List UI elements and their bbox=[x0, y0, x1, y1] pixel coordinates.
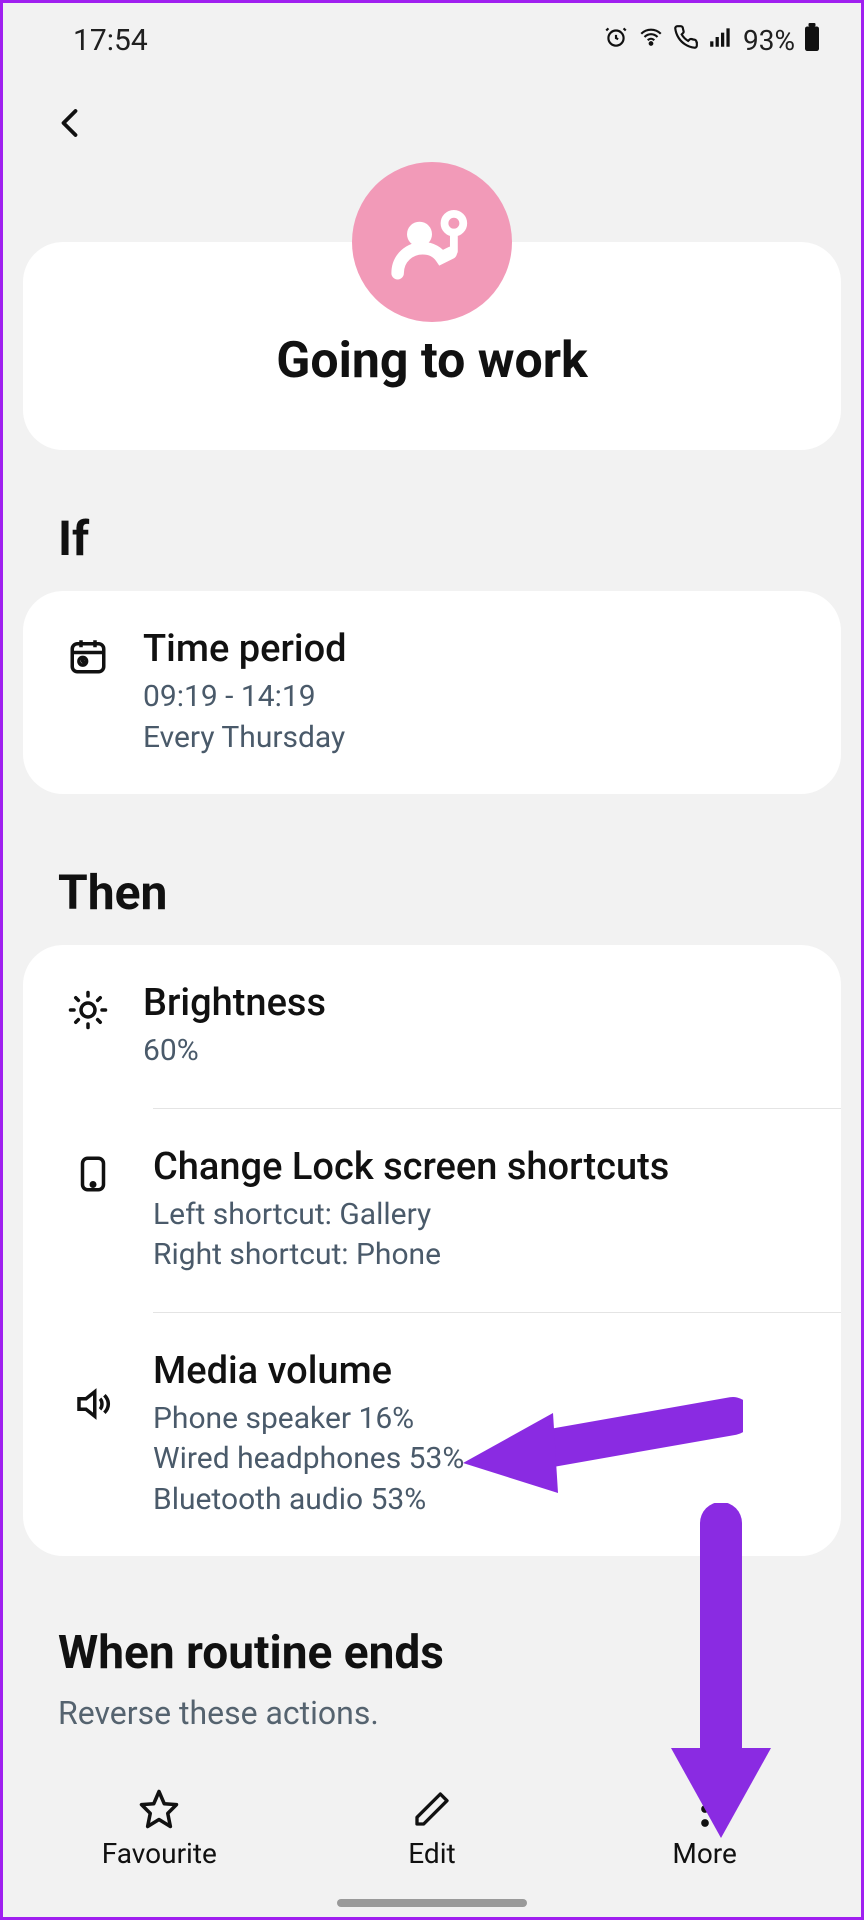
then-lock-right: Right shortcut: Phone bbox=[153, 1235, 811, 1276]
if-item-body: Time period 09:19 - 14:19 Every Thursday bbox=[143, 627, 811, 758]
back-button[interactable] bbox=[53, 99, 89, 162]
ends-section: When routine ends Reverse these actions. bbox=[58, 1626, 861, 1732]
routine-title: Going to work bbox=[23, 332, 841, 390]
status-right: 93% bbox=[603, 23, 821, 58]
then-item-lock-shortcuts[interactable]: Change Lock screen shortcuts Left shortc… bbox=[153, 1108, 841, 1312]
bottom-bar: Favourite Edit More bbox=[3, 1757, 861, 1917]
volume-icon bbox=[63, 1379, 123, 1429]
then-brightness-title: Brightness bbox=[143, 981, 811, 1025]
status-bar: 17:54 93% bbox=[3, 3, 861, 68]
status-time: 17:54 bbox=[73, 23, 148, 58]
then-item-brightness[interactable]: Brightness 60% bbox=[23, 945, 841, 1108]
then-item-body: Media volume Phone speaker 16% Wired hea… bbox=[153, 1349, 811, 1521]
then-volume-bt: Bluetooth audio 53% bbox=[153, 1480, 811, 1521]
battery-icon bbox=[803, 23, 821, 58]
more-label: More bbox=[672, 1837, 737, 1870]
then-card: Brightness 60% Change Lock screen shortc… bbox=[23, 945, 841, 1556]
star-icon bbox=[138, 1787, 180, 1831]
then-volume-wired: Wired headphones 53% bbox=[153, 1439, 811, 1480]
then-volume-title: Media volume bbox=[153, 1349, 811, 1393]
edit-label: Edit bbox=[408, 1837, 455, 1870]
then-brightness-value: 60% bbox=[143, 1031, 811, 1072]
battery-pct: 93% bbox=[743, 24, 795, 57]
more-button[interactable]: More bbox=[605, 1787, 805, 1870]
if-section-label: If bbox=[58, 510, 861, 567]
if-item-time: 09:19 - 14:19 bbox=[143, 677, 811, 718]
favourite-label: Favourite bbox=[102, 1837, 217, 1870]
routine-title-card: Going to work bbox=[23, 242, 841, 450]
signal-icon bbox=[707, 24, 735, 57]
then-item-body: Change Lock screen shortcuts Left shortc… bbox=[153, 1145, 811, 1276]
if-card: Time period 09:19 - 14:19 Every Thursday bbox=[23, 591, 841, 794]
calendar-icon bbox=[63, 631, 113, 681]
pencil-icon bbox=[412, 1787, 452, 1831]
if-item-title: Time period bbox=[143, 627, 811, 671]
alarm-icon bbox=[603, 24, 629, 57]
edit-button[interactable]: Edit bbox=[332, 1787, 532, 1870]
if-item-repeat: Every Thursday bbox=[143, 718, 811, 759]
commute-icon bbox=[382, 192, 482, 292]
ends-subtitle: Reverse these actions. bbox=[58, 1694, 861, 1732]
then-item-media-volume[interactable]: Media volume Phone speaker 16% Wired hea… bbox=[153, 1312, 841, 1557]
more-icon bbox=[699, 1787, 711, 1831]
call-icon bbox=[673, 24, 699, 57]
then-section-label: Then bbox=[58, 864, 861, 921]
routine-avatar[interactable] bbox=[352, 162, 512, 322]
then-lock-left: Left shortcut: Gallery bbox=[153, 1195, 811, 1236]
brightness-icon bbox=[63, 985, 113, 1035]
gesture-bar bbox=[337, 1899, 527, 1907]
then-item-body: Brightness 60% bbox=[143, 981, 811, 1072]
phone-icon bbox=[63, 1149, 123, 1199]
then-volume-speaker: Phone speaker 16% bbox=[153, 1399, 811, 1440]
ends-title: When routine ends bbox=[58, 1626, 861, 1680]
favourite-button[interactable]: Favourite bbox=[59, 1787, 259, 1870]
if-item-time-period[interactable]: Time period 09:19 - 14:19 Every Thursday bbox=[23, 591, 841, 794]
then-lock-title: Change Lock screen shortcuts bbox=[153, 1145, 811, 1189]
wifi-icon bbox=[637, 24, 665, 57]
